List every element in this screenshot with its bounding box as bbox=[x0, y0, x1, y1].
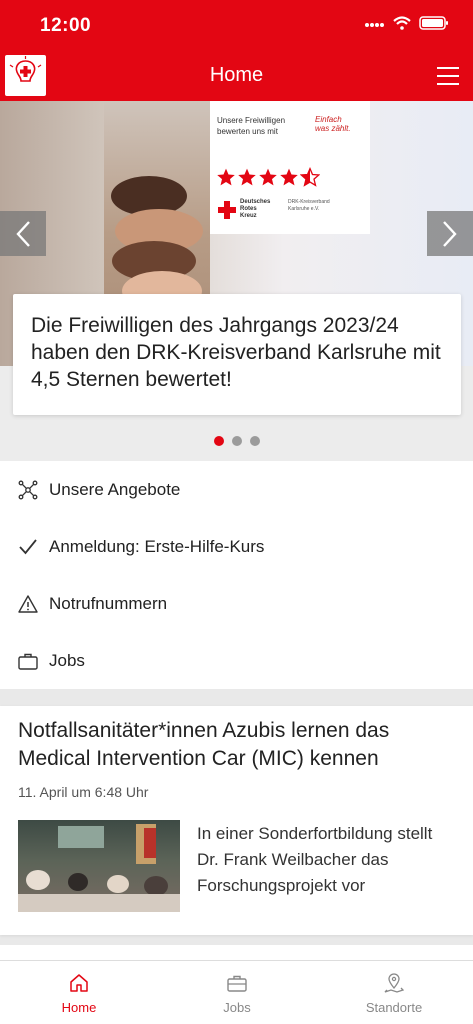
pagination-dot[interactable] bbox=[213, 436, 224, 446]
menu-item-notruf[interactable]: Notrufnummern bbox=[0, 575, 473, 632]
star-icon bbox=[280, 168, 298, 186]
tab-label: Home bbox=[61, 1000, 97, 1015]
warning-icon bbox=[18, 594, 38, 613]
page-title: Home bbox=[209, 64, 264, 86]
news-card[interactable]: Notfallsanitäter*innen Azubis lernen das… bbox=[0, 706, 473, 935]
network-icon bbox=[18, 480, 38, 499]
star-icon bbox=[238, 168, 256, 186]
battery-icon bbox=[419, 16, 448, 30]
chevron-left-icon bbox=[16, 220, 30, 247]
status-time: 12:00 bbox=[40, 15, 92, 36]
news-snippet: In einer Sonderfortbildung stellt Dr. Fr… bbox=[197, 824, 433, 895]
pagination-dot[interactable] bbox=[249, 436, 260, 446]
tab-home[interactable]: Home bbox=[0, 961, 158, 1024]
classroom-photo bbox=[18, 824, 180, 912]
news-headline[interactable]: Notfallsanitäter*innen Azubis lernen das… bbox=[18, 717, 458, 773]
top-navbar: Home bbox=[0, 52, 473, 101]
home-icon bbox=[70, 974, 88, 992]
slider-prev-button[interactable] bbox=[0, 211, 46, 256]
slider-next-button[interactable] bbox=[427, 211, 473, 256]
wifi-icon bbox=[393, 16, 411, 30]
slide-caption[interactable]: Die Freiwilligen des Jahrgangs 2023/24 h… bbox=[13, 294, 461, 415]
news-slider[interactable]: Unsere Freiwilligen bewerten uns mit Einf… bbox=[0, 101, 473, 461]
chevron-right-icon bbox=[443, 220, 457, 247]
tab-standorte[interactable]: Standorte bbox=[315, 961, 473, 1024]
menu-item-label: Unsere Angebote bbox=[49, 479, 181, 499]
bottom-tabbar: Home Jobs Standorte bbox=[0, 960, 473, 1024]
status-bar: 12:00 bbox=[0, 0, 473, 52]
menu-item-erste-hilfe[interactable]: Anmeldung: Erste-Hilfe-Kurs bbox=[0, 518, 473, 575]
red-cross-icon bbox=[218, 201, 236, 219]
half-star-icon bbox=[300, 167, 320, 187]
menu-item-label: Jobs bbox=[49, 650, 85, 670]
briefcase-icon bbox=[227, 975, 247, 992]
checkmark-icon bbox=[19, 538, 37, 554]
star-icon bbox=[259, 168, 277, 186]
signal-icon bbox=[365, 23, 384, 27]
news-thumbnail[interactable] bbox=[18, 820, 180, 912]
news-date: 11. April um 6:48 Uhr bbox=[18, 784, 149, 800]
pagination-dot[interactable] bbox=[231, 436, 242, 446]
graphic-text: Unsere Freiwilligen bewerten uns mit bbox=[217, 116, 286, 136]
menu-item-angebote[interactable]: Unsere Angebote bbox=[0, 461, 473, 518]
slider-pagination bbox=[0, 436, 473, 446]
status-icons bbox=[365, 16, 449, 30]
hamburger-menu-icon[interactable] bbox=[437, 66, 459, 86]
org-name: Deutsches Rotes Kreuz bbox=[240, 199, 271, 219]
star-icon bbox=[217, 168, 235, 186]
tab-label: Standorte bbox=[365, 1000, 423, 1015]
rating-stars bbox=[216, 167, 320, 187]
tab-label: Jobs bbox=[223, 1000, 251, 1015]
org-subname: DRK-Kreisverband Karlsruhe e.V. bbox=[288, 199, 330, 212]
rating-graphic: Unsere Freiwilligen bewerten uns mit Einf… bbox=[210, 101, 370, 234]
menu-item-jobs[interactable]: Jobs bbox=[0, 632, 473, 689]
briefcase-icon bbox=[18, 653, 38, 670]
graphic-script-text: Einfach was zählt. bbox=[315, 115, 351, 133]
map-pin-icon bbox=[384, 973, 404, 993]
quick-menu: Unsere Angebote Anmeldung: Erste-Hilfe-K… bbox=[0, 461, 473, 689]
tab-jobs[interactable]: Jobs bbox=[158, 961, 316, 1024]
menu-item-label: Anmeldung: Erste-Hilfe-Kurs bbox=[49, 536, 265, 556]
menu-item-label: Notrufnummern bbox=[49, 593, 168, 613]
